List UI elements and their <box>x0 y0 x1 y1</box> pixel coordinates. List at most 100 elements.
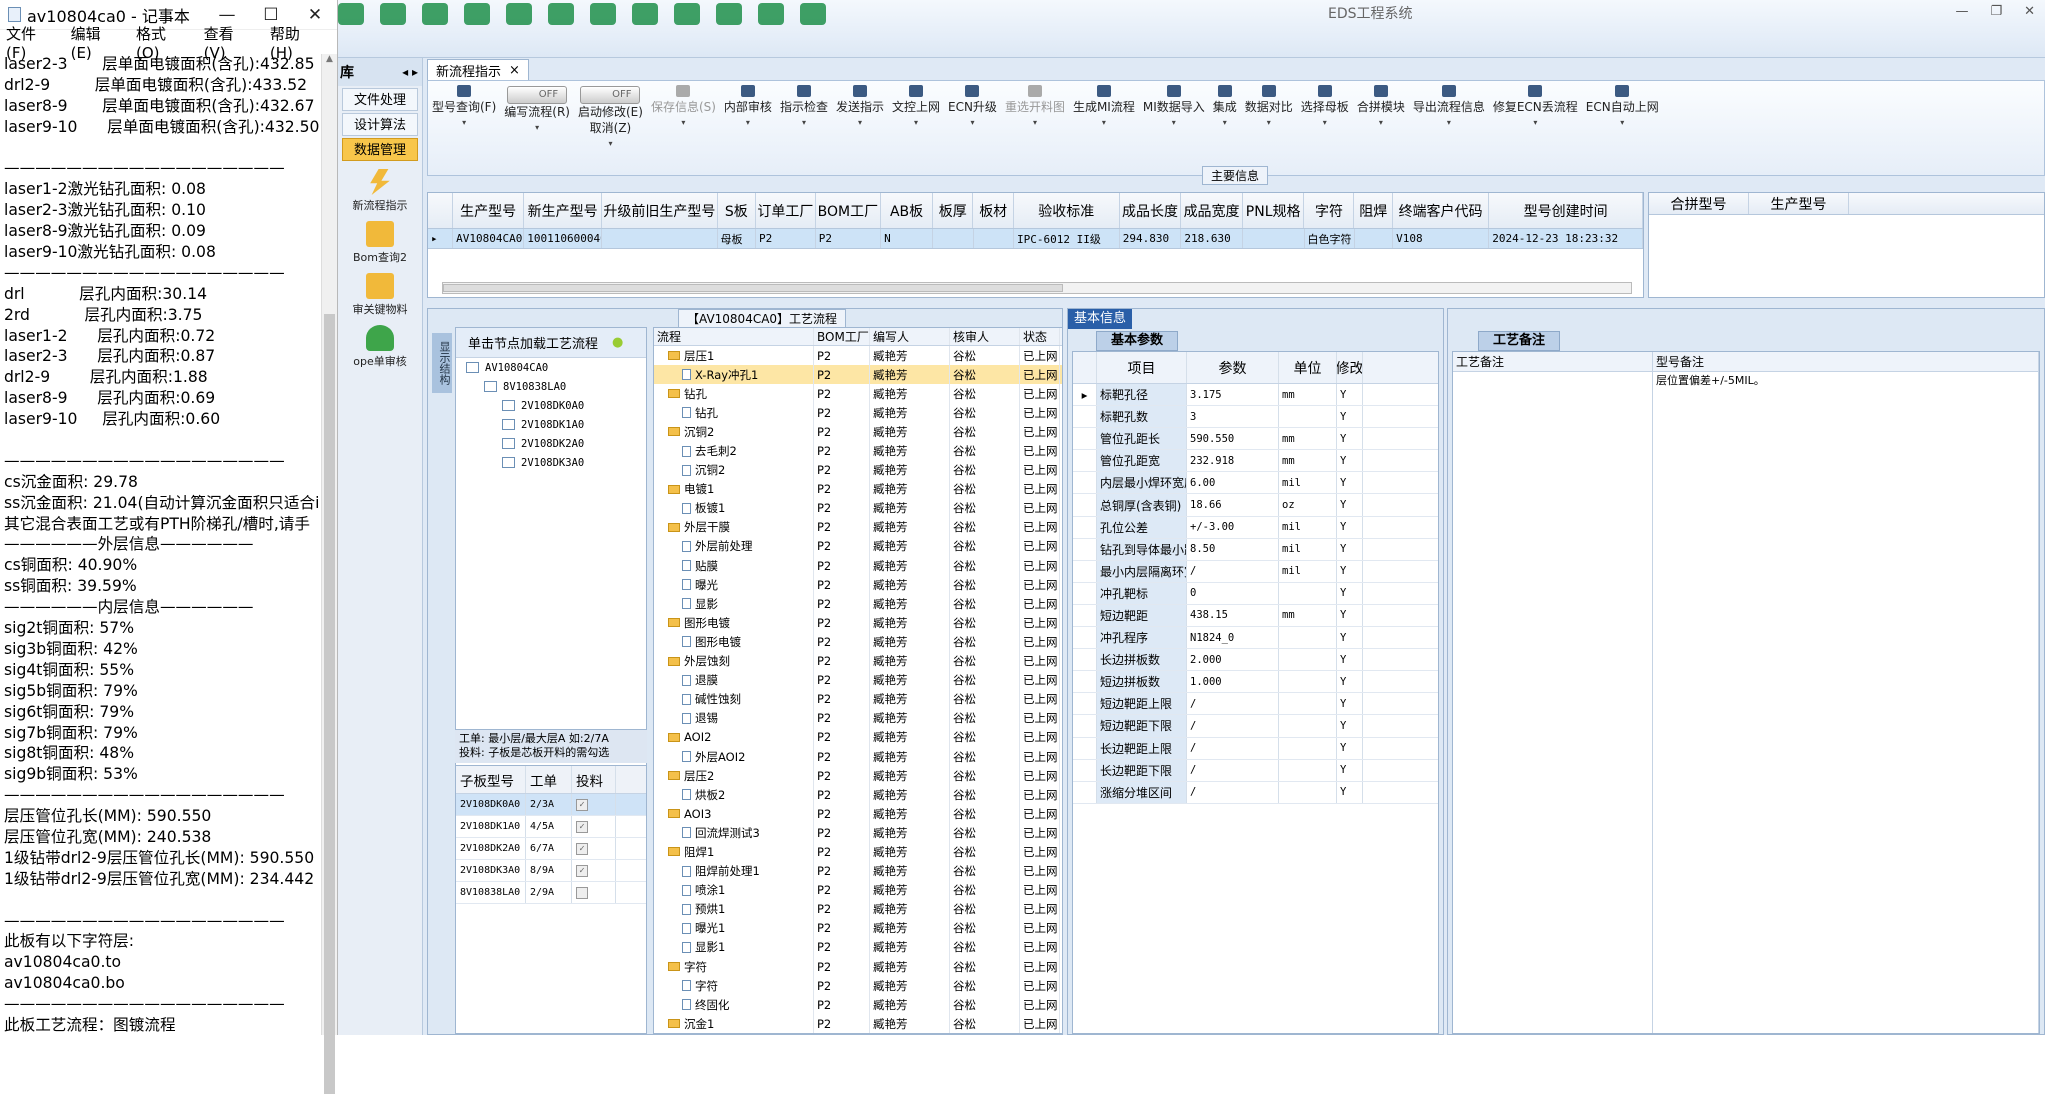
dropdown-arrow-icon[interactable]: ▾ <box>1005 115 1065 131</box>
table-cell[interactable]: 294.830 <box>1120 229 1182 248</box>
sidebar-item-material[interactable]: 审关键物料 <box>338 273 422 317</box>
param-value[interactable]: mm <box>1279 428 1337 450</box>
sidebar-item-bom[interactable]: Bom查询2 <box>338 221 422 265</box>
column-header[interactable]: 生产型号 <box>453 193 525 228</box>
ribbon-button[interactable]: 选择母板 ▾ <box>1297 85 1353 131</box>
param-row[interactable]: 涨缩分堆区间 / Y <box>1073 781 1438 804</box>
table-cell[interactable] <box>1243 229 1305 248</box>
ribbon-button[interactable]: 发送指示 ▾ <box>832 85 888 131</box>
table-row[interactable]: 2V108DK0A0 2/3A ✓ <box>456 794 646 816</box>
column-header[interactable]: BOM工厂 <box>816 193 882 228</box>
param-row[interactable]: 标靶孔数 3 Y <box>1073 406 1438 429</box>
checkbox[interactable]: ✓ <box>576 842 588 855</box>
param-row[interactable]: 孔位公差 +/-3.00 mil Y <box>1073 516 1438 539</box>
horizontal-scrollbar[interactable] <box>442 282 1632 294</box>
ribbon-button[interactable]: OFF 编写流程(R) ▾ <box>500 85 574 136</box>
dropdown-arrow-icon[interactable]: ▾ <box>948 115 997 131</box>
app-minimize-button[interactable]: — <box>1955 4 1968 19</box>
param-row[interactable]: 短边靶距下限 / Y <box>1073 715 1438 738</box>
column-header[interactable]: 编写人 <box>870 328 950 345</box>
ribbon-button[interactable]: 保存信息(S) ▾ <box>647 85 720 131</box>
dropdown-arrow-icon[interactable]: ▾ <box>1213 115 1237 131</box>
ribbon-button[interactable]: OFF 启动修改(E) 取消(Z) ▾ <box>574 85 647 152</box>
tree-node[interactable]: 2V108DK1A0 <box>456 415 646 434</box>
dropdown-arrow-icon[interactable]: ▾ <box>1357 115 1405 131</box>
param-value[interactable]: 2.000 <box>1187 649 1279 671</box>
column-header[interactable]: 板材 <box>973 193 1014 228</box>
param-value[interactable]: mm <box>1279 384 1337 406</box>
table-cell[interactable]: 10011060004633 <box>524 229 603 248</box>
param-value[interactable]: Y <box>1337 649 1363 671</box>
scissors-icon[interactable] <box>464 3 490 25</box>
param-value[interactable]: mm <box>1279 604 1337 627</box>
tab-new-flow[interactable]: 新流程指示 × <box>427 59 529 80</box>
dropdown-arrow-icon[interactable]: ▾ <box>1143 115 1205 131</box>
column-header[interactable]: 状态 <box>1020 328 1060 345</box>
column-header[interactable]: 修改 <box>1337 352 1363 383</box>
param-row[interactable]: 短边拼板数 1.000 Y <box>1073 671 1438 694</box>
dropdown-arrow-icon[interactable]: ▾ <box>1493 115 1578 131</box>
dropdown-arrow-icon[interactable]: ▾ <box>578 136 643 152</box>
dropdown-arrow-icon[interactable]: ▾ <box>432 115 496 131</box>
flow-row[interactable]: 退锡 P2 臧艳芳 谷松 已上网 <box>654 708 1062 728</box>
param-value[interactable]: 8.50 <box>1187 538 1279 560</box>
ribbon-button[interactable]: 生成MI流程 ▾ <box>1069 85 1139 131</box>
checkbox[interactable] <box>576 886 588 899</box>
param-value[interactable]: mil <box>1279 560 1337 582</box>
param-value[interactable]: Y <box>1337 450 1363 472</box>
dropdown-arrow-icon[interactable]: ▾ <box>1301 115 1349 131</box>
param-value[interactable]: Y <box>1337 538 1363 560</box>
param-value[interactable]: / <box>1187 737 1279 759</box>
checkbox[interactable]: ✓ <box>576 820 588 833</box>
flow-row[interactable]: 去毛刺2 P2 臧艳芳 谷松 已上网 <box>654 441 1062 461</box>
param-value[interactable]: / <box>1187 759 1279 781</box>
param-value[interactable]: Y <box>1337 428 1363 450</box>
column-header[interactable]: S板 <box>718 193 757 228</box>
param-row[interactable]: 长边靶距下限 / Y <box>1073 759 1438 782</box>
table-cell[interactable]: 2024-12-23 18:23:32 <box>1489 229 1643 248</box>
ribbon-button[interactable]: 修复ECN丢流程 ▾ <box>1489 85 1582 131</box>
tab-process-remark[interactable]: 工艺备注 <box>1478 331 1561 351</box>
ribbon-button[interactable]: 数据对比 ▾ <box>1241 85 1297 131</box>
flow-row[interactable]: 板镀1 P2 臧艳芳 谷松 已上网 <box>654 498 1062 518</box>
param-row[interactable]: 长边靶距上限 / Y <box>1073 737 1438 760</box>
flow-row[interactable]: 阻焊前处理1 P2 臧艳芳 谷松 已上网 <box>654 861 1062 881</box>
ribbon-button[interactable]: 型号查询(F) ▾ <box>428 85 500 131</box>
flow-row[interactable]: 层压2 P2 臧艳芳 谷松 已上网 <box>654 766 1062 786</box>
column-header[interactable]: 订单工厂 <box>756 193 816 228</box>
ribbon-button[interactable]: 合拼模块 ▾ <box>1353 85 1409 131</box>
param-value[interactable]: / <box>1187 693 1279 715</box>
column-header[interactable]: 终端客户代码 <box>1393 193 1490 228</box>
flow-row[interactable]: 字符 P2 臧艳芳 谷松 已上网 <box>654 976 1062 996</box>
flow-row[interactable]: 钻孔 P2 臧艳芳 谷松 已上网 <box>654 403 1062 423</box>
param-row[interactable]: 管位孔距宽 232.918 mm Y <box>1073 450 1438 473</box>
param-value[interactable]: Y <box>1337 781 1363 803</box>
tree-node[interactable]: 2V108DK3A0 <box>456 453 646 472</box>
dropdown-arrow-icon[interactable]: ▾ <box>1413 115 1485 131</box>
column-header[interactable]: 参数 <box>1187 352 1279 383</box>
app-restore-button[interactable]: ❐ <box>1990 4 2002 19</box>
param-row[interactable]: 冲孔程序 N1824_0 Y <box>1073 627 1438 650</box>
ribbon-button[interactable]: 文控上网 ▾ <box>888 85 944 131</box>
flow-row[interactable]: 喷涂1 P2 臧艳芳 谷松 已上网 <box>654 880 1062 900</box>
param-value[interactable]: mil <box>1279 516 1337 538</box>
flow-row[interactable]: 字符 P2 臧艳芳 谷松 已上网 <box>654 957 1062 977</box>
copy-icon[interactable] <box>548 3 574 25</box>
flow-row[interactable]: 沉铜2 P2 臧艳芳 谷松 已上网 <box>654 422 1062 442</box>
param-value[interactable]: Y <box>1337 737 1363 759</box>
tab-basic-params[interactable]: 基本参数 <box>1096 331 1179 351</box>
table-row[interactable]: 2V108DK3A0 8/9A ✓ <box>456 860 646 882</box>
param-value[interactable] <box>1279 582 1337 604</box>
flow-row[interactable]: 沉铜2 P2 臧艳芳 谷松 已上网 <box>654 460 1062 480</box>
flow-row[interactable]: 贴膜 P2 臧艳芳 谷松 已上网 <box>654 556 1062 576</box>
notepad-scrollbar[interactable]: ▲ <box>321 54 337 1094</box>
column-header[interactable]: 字符 <box>1304 193 1355 228</box>
flow-row[interactable]: 钻孔 P2 臧艳芳 谷松 已上网 <box>654 384 1062 404</box>
flow-row[interactable]: 预烘1 P2 臧艳芳 谷松 已上网 <box>654 899 1062 919</box>
flow-row[interactable]: 曝光 P2 臧艳芳 谷松 已上网 <box>654 575 1062 595</box>
table-cell[interactable] <box>974 229 1015 248</box>
column-header[interactable]: 型号创建时间 <box>1489 193 1644 228</box>
column-header[interactable]: 项目 <box>1097 352 1187 383</box>
flow-row[interactable]: 曝光1 P2 臧艳芳 谷松 已上网 <box>654 918 1062 938</box>
dropdown-arrow-icon[interactable]: ▾ <box>1586 115 1659 131</box>
